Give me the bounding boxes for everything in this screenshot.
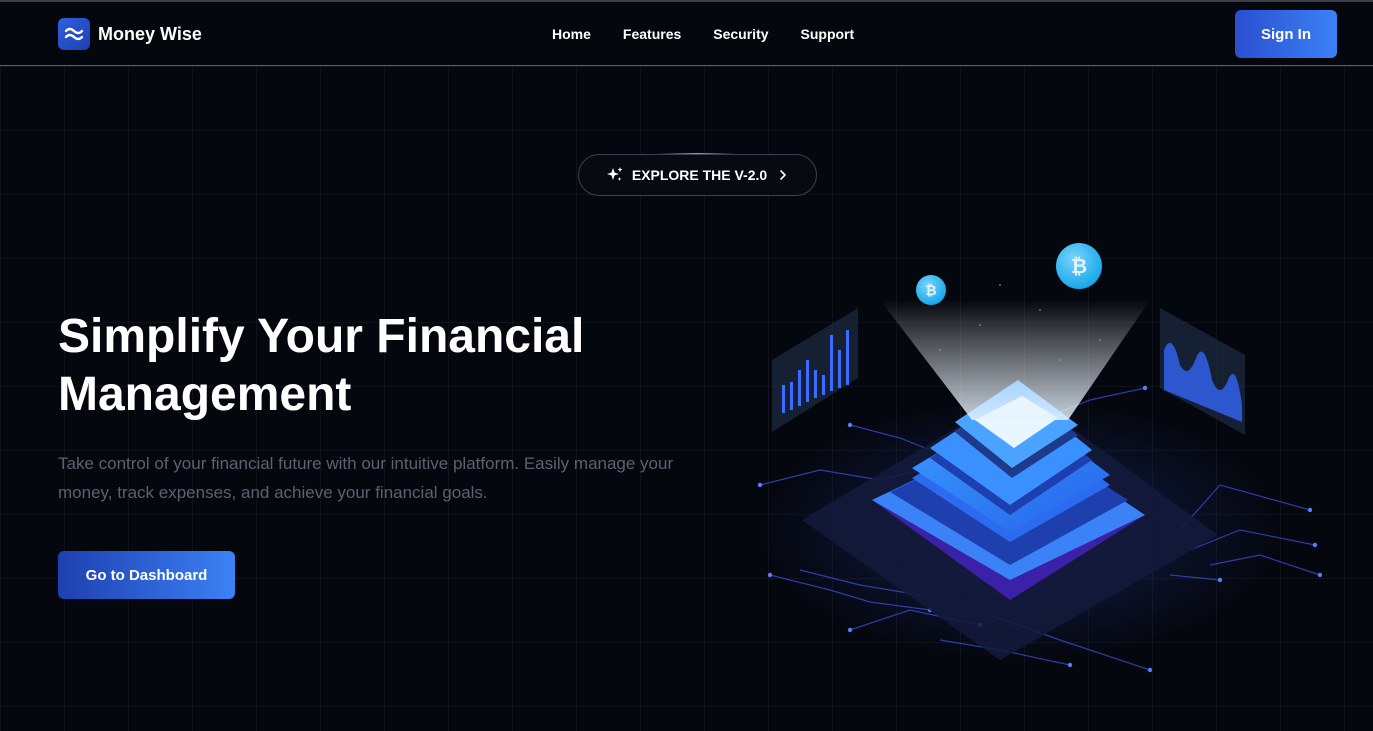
brand[interactable]: Money Wise: [58, 18, 202, 50]
brand-name: Money Wise: [98, 23, 202, 44]
nav-item-security[interactable]: Security: [713, 26, 768, 42]
svg-text:₿: ₿: [925, 283, 936, 299]
main-nav: Home Features Security Support: [536, 26, 870, 42]
coin-icon: ₿: [916, 275, 946, 305]
hero-title: Simplify Your Financial Management: [58, 310, 585, 421]
svg-text:₿: ₿: [1071, 254, 1087, 278]
light-beam: [880, 300, 1150, 420]
chevron-right-icon: [780, 170, 786, 180]
explore-badge-label: EXPLORE THE V-2.0: [631, 167, 768, 183]
sign-in-button[interactable]: Sign In: [1235, 10, 1337, 58]
coin-icon: ₿: [1056, 243, 1102, 289]
hero-illustration: ₿ ₿: [757, 243, 1323, 673]
explore-badge[interactable]: EXPLORE THE V-2.0: [578, 154, 817, 196]
nav-item-home[interactable]: Home: [552, 26, 591, 42]
site-header: Money Wise Home Features Security Suppor…: [0, 2, 1373, 66]
sparkles-icon: [606, 167, 623, 181]
area-chart-panel: [1160, 308, 1245, 435]
bar-chart-panel: [772, 308, 858, 432]
go-to-dashboard-button[interactable]: Go to Dashboard: [58, 551, 235, 599]
nav-item-support[interactable]: Support: [801, 26, 855, 42]
nav-item-features[interactable]: Features: [623, 26, 681, 42]
hero-subtitle: Take control of your financial future wi…: [58, 454, 674, 502]
waves-icon: [58, 18, 90, 50]
